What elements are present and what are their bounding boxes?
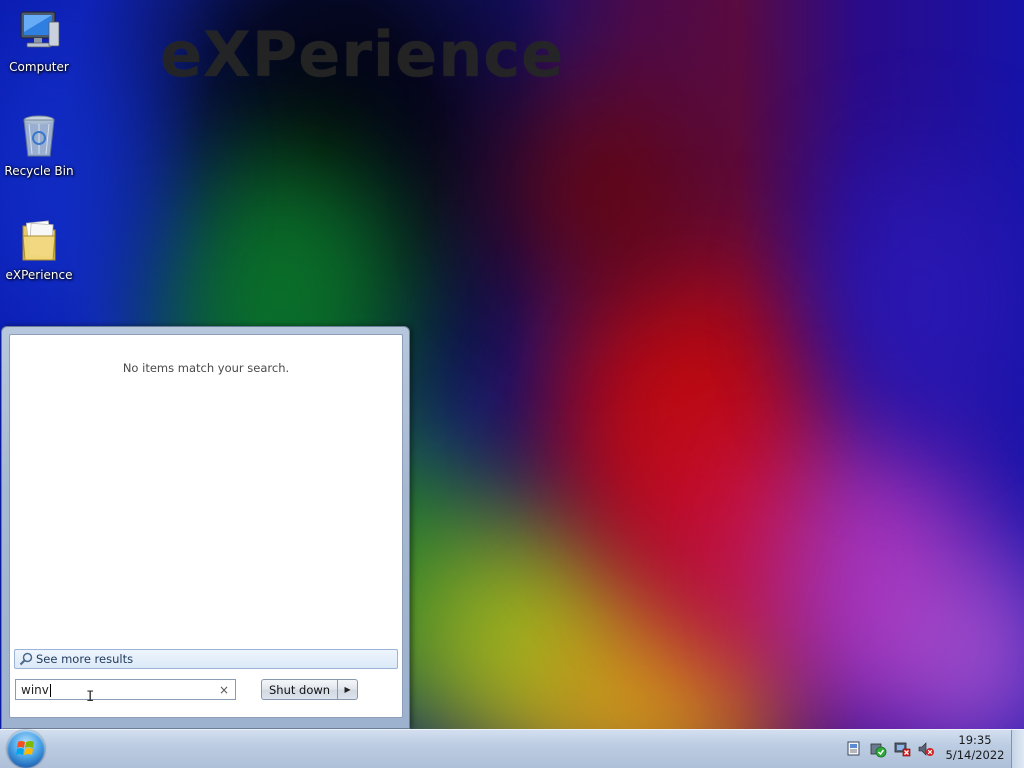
wallpaper-wordmark: eXPerience [160,18,565,91]
search-input[interactable]: winv × [15,679,236,700]
clock-date: 5/14/2022 [945,748,1005,762]
action-center-icon[interactable] [845,740,863,758]
recycle-bin-icon [15,112,63,160]
text-caret [49,683,51,697]
desktop: eXPerience Computer Recycle Bin eXPerien… [0,0,1024,768]
clock-time: 19:35 [958,733,992,747]
ibeam-cursor-icon: I [86,689,95,705]
no-results-message: No items match your search. [122,361,290,375]
show-desktop-button[interactable] [1011,730,1024,768]
clear-search-icon[interactable]: × [217,683,231,697]
taskbar-clock[interactable]: 19:35 5/14/2022 [944,733,1006,763]
desktop-icon-label: eXPerience [5,268,73,282]
computer-icon [15,8,63,56]
volume-muted-icon[interactable] [917,740,935,758]
desktop-icon-label: Recycle Bin [4,164,74,178]
system-tray [842,730,938,768]
search-icon [19,652,33,666]
start-menu: No items match your search. See more res… [1,326,410,729]
search-input-value: winv [21,682,49,697]
start-button[interactable] [7,730,45,768]
desktop-icon-experience-folder[interactable]: eXPerience [0,216,78,282]
desktop-icon-computer[interactable]: Computer [0,8,78,74]
network-disconnected-icon[interactable] [893,740,911,758]
desktop-icon-recycle-bin[interactable]: Recycle Bin [0,112,78,178]
see-more-results-button[interactable]: See more results [14,649,398,669]
taskbar: 19:35 5/14/2022 [0,729,1024,768]
windows-logo-icon [16,741,34,755]
shutdown-split-button: Shut down ▶ [261,679,359,700]
shutdown-options-arrow-icon[interactable]: ▶ [337,679,359,700]
desktop-icon-label: Computer [9,60,69,74]
folder-icon [15,216,63,264]
search-results-pane: No items match your search. See more res… [9,334,403,718]
see-more-results-label: See more results [36,652,134,666]
security-check-icon[interactable] [869,740,887,758]
shutdown-button[interactable]: Shut down [261,679,338,700]
